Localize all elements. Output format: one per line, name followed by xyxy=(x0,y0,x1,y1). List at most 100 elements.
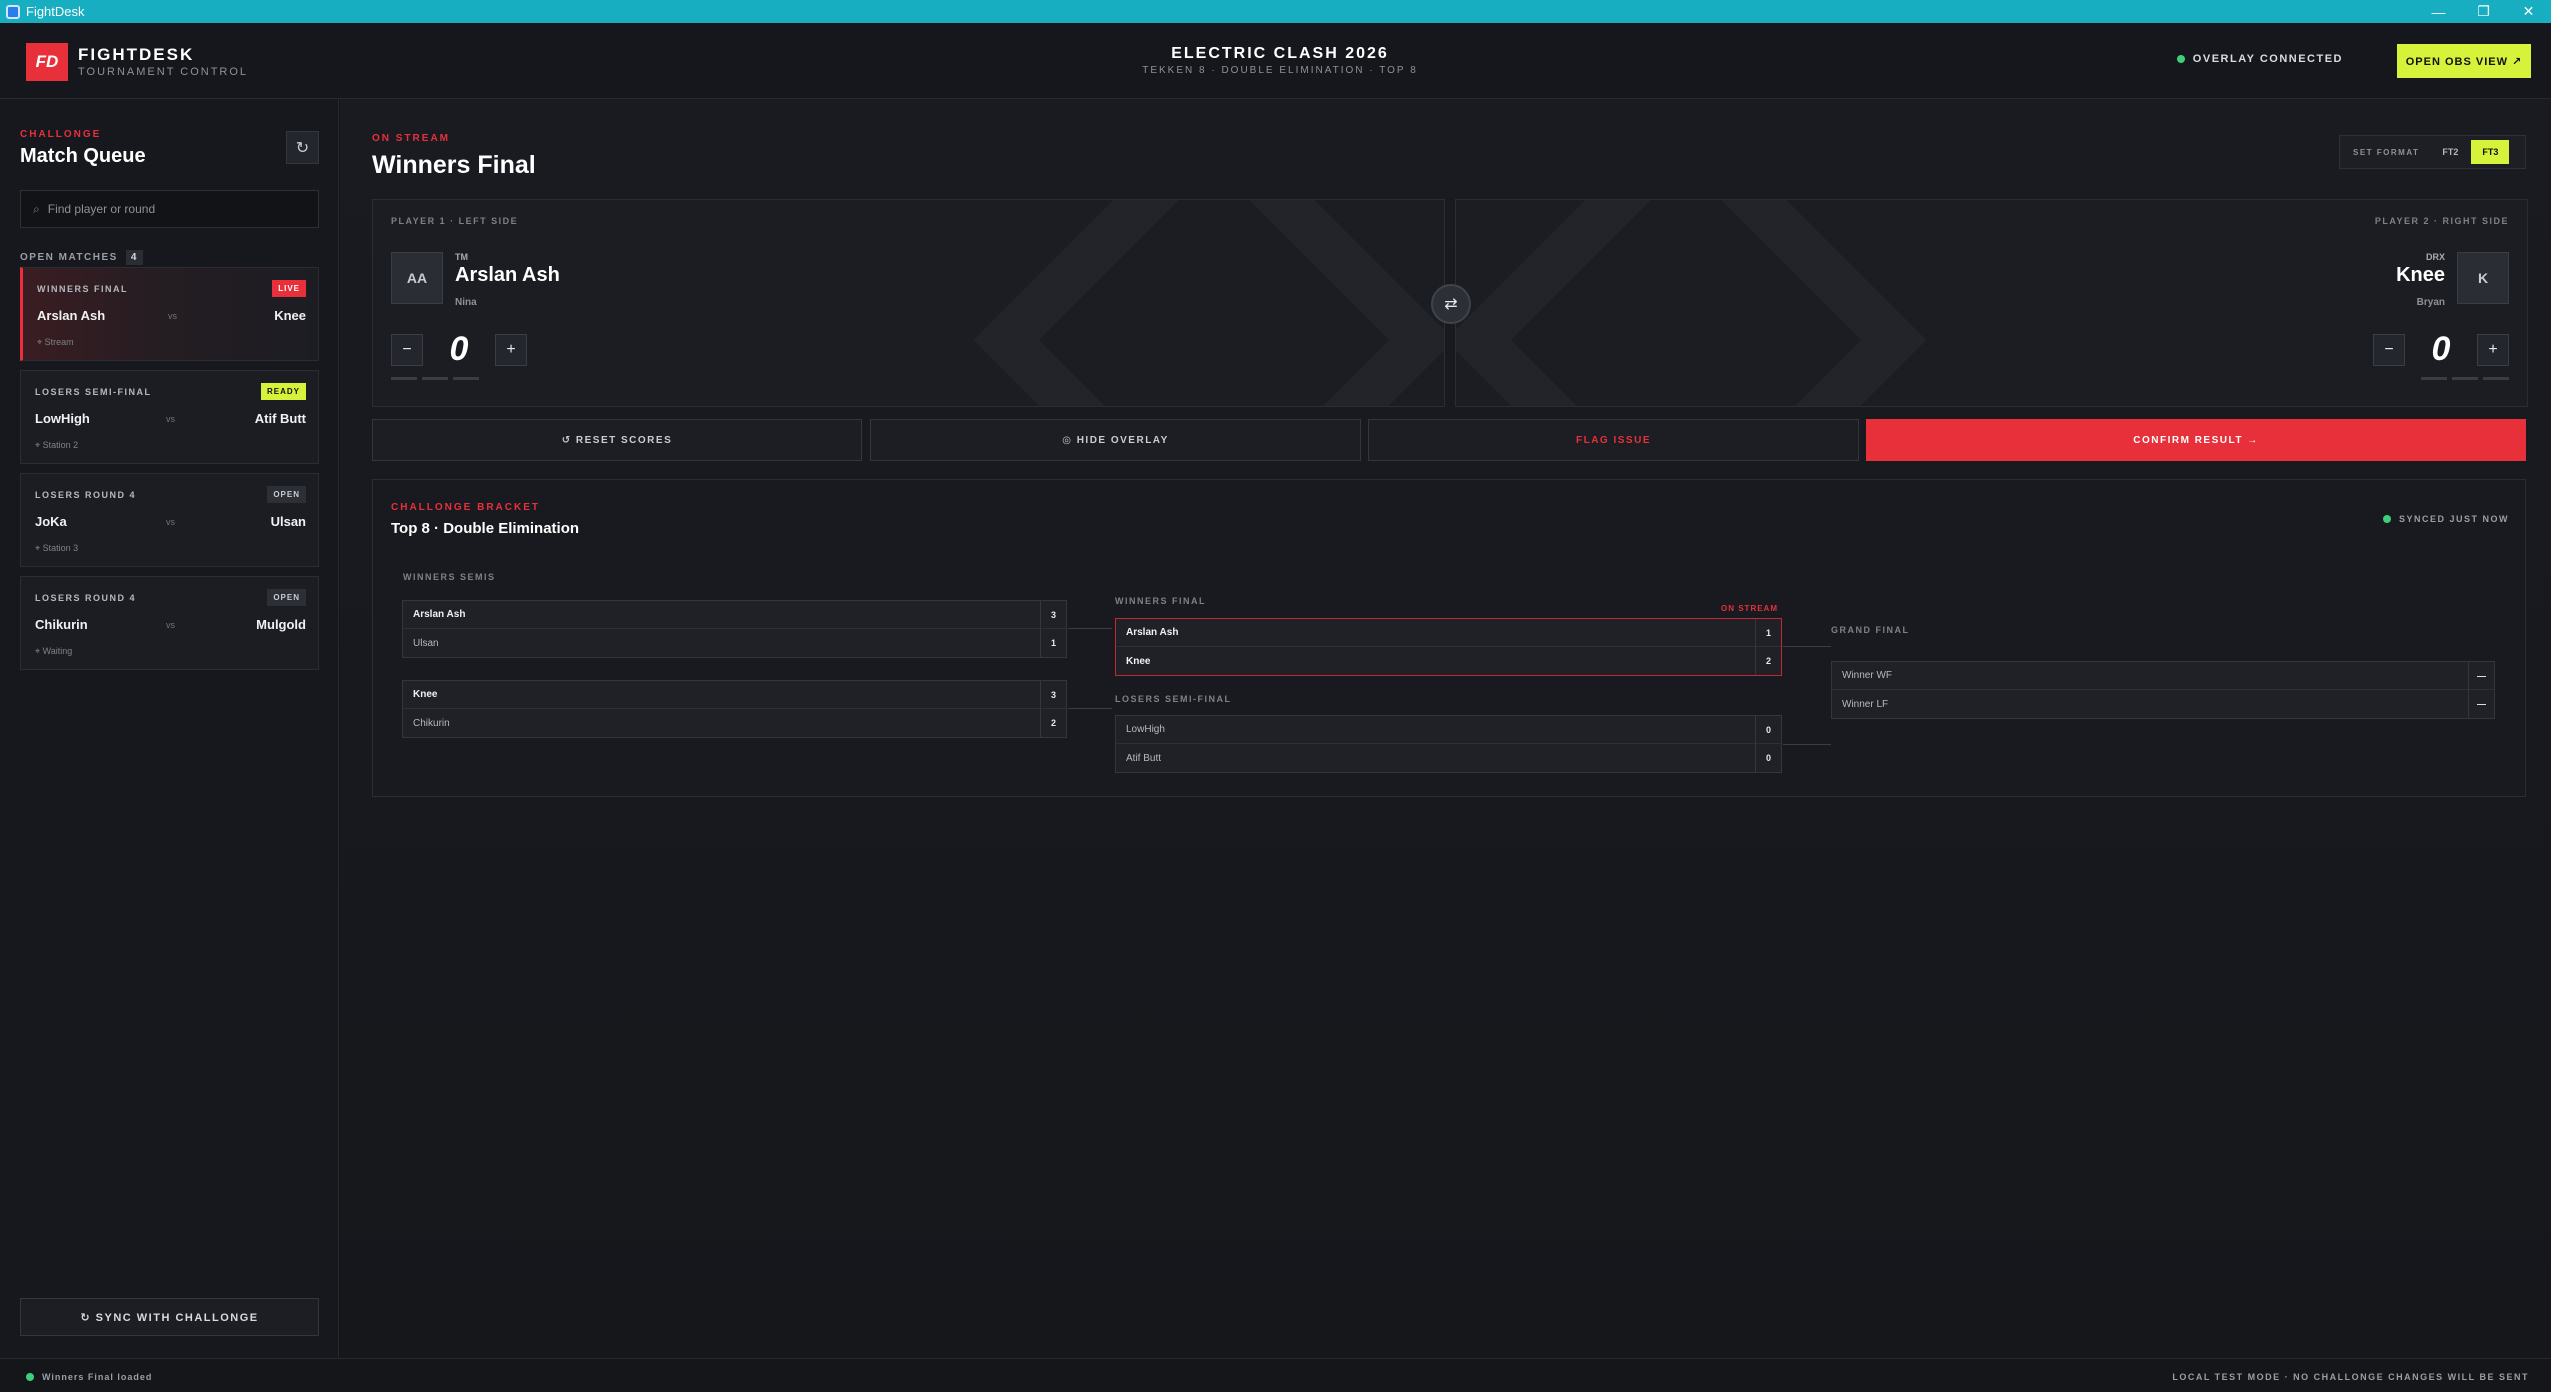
bracket-row: Arslan Ash 3 xyxy=(403,600,1066,629)
team-tag: TM xyxy=(455,252,468,262)
search-box: ⌕ xyxy=(20,190,319,228)
status-badge: OPEN xyxy=(267,486,306,503)
bracket-title: Top 8 · Double Elimination xyxy=(391,520,580,537)
status-dot-icon xyxy=(2176,55,2185,63)
winners-semis-label: WINNERS SEMIS xyxy=(403,572,496,582)
winners-final-label: WINNERS FINAL xyxy=(1115,596,1206,606)
on-stream-eyebrow: ON STREAM xyxy=(372,133,450,144)
bracket-row: Knee 2 xyxy=(1116,647,1781,675)
reset-scores-button[interactable]: ↺ RESET SCORES xyxy=(372,419,862,461)
open-matches-header: OPEN MATCHES 4 xyxy=(20,250,143,265)
sidebar-title: Match Queue xyxy=(20,145,146,167)
match-station: ⌖ Station 3 xyxy=(35,543,79,553)
increment-score-button[interactable]: + xyxy=(495,333,527,366)
player-1-panel: PLAYER 1 · LEFT SIDE AA TM Arslan Ash Ni… xyxy=(372,199,1445,407)
swap-sides-button[interactable]: ⇄ xyxy=(1431,284,1471,324)
match-card[interactable]: LOSERS ROUND 4 OPEN Chikurin vs Mulgold … xyxy=(20,576,319,670)
app-header: FD FIGHTDESK TOURNAMENT CONTROL ELECTRIC… xyxy=(0,23,2551,99)
logo-badge: FD xyxy=(26,43,68,81)
close-button[interactable]: ✕ xyxy=(2506,0,2551,23)
player-side-label: PLAYER 2 · RIGHT SIDE xyxy=(2374,216,2509,226)
bracket-score: 1 xyxy=(1040,629,1066,657)
overlay-status-label: OVERLAY CONNECTED xyxy=(2192,53,2343,65)
game-pip xyxy=(422,377,448,380)
status-dot-icon xyxy=(2382,515,2391,523)
open-obs-view-button[interactable]: OPEN OBS VIEW ↗ xyxy=(2397,44,2531,78)
bracket-score: 2 xyxy=(1040,709,1066,737)
bracket-match-winners-semi-1[interactable]: Arslan Ash 3 Ulsan 1 xyxy=(402,600,1067,658)
game-pip xyxy=(453,377,479,380)
score-stepper: − 0 + xyxy=(391,330,527,369)
search-input[interactable] xyxy=(47,202,298,216)
format-option-ft3[interactable]: FT3 xyxy=(2471,140,2510,164)
bracket-row: Atif Butt 0 xyxy=(1116,744,1781,772)
format-option-ft2[interactable]: FT2 xyxy=(2431,140,2469,164)
match-round: LOSERS ROUND 4 xyxy=(35,490,137,500)
decrement-score-button[interactable]: − xyxy=(2373,333,2405,366)
match-queue-sidebar: CHALLONGE Match Queue ↻ ⌕ OPEN MATCHES 4… xyxy=(0,99,339,1358)
grand-final-label: GRAND FINAL xyxy=(1831,625,1910,635)
refresh-button[interactable]: ↻ xyxy=(286,131,319,164)
bracket-match-winners-final[interactable]: Arslan Ash 1 Knee 2 xyxy=(1115,618,1782,676)
match-card[interactable]: WINNERS FINAL LIVE Arslan Ash vs Knee ⌖ … xyxy=(20,267,319,361)
game-pips xyxy=(2421,377,2509,380)
sync-status-label: SYNCED JUST NOW xyxy=(2398,514,2509,524)
open-matches-count: 4 xyxy=(125,250,143,265)
restore-button[interactable]: ❐ xyxy=(2461,0,2506,23)
player-character: Nina xyxy=(455,297,477,308)
flag-issue-button[interactable]: FLAG ISSUE xyxy=(1368,419,1859,461)
decrement-score-button[interactable]: − xyxy=(391,333,423,366)
bracket-match-winners-semi-2[interactable]: Knee 3 Chikurin 2 xyxy=(402,680,1067,738)
window-controls: — ❐ ✕ xyxy=(2416,0,2551,23)
footer-status: Winners Final loaded xyxy=(26,1372,152,1382)
hide-overlay-button[interactable]: ◎ HIDE OVERLAY xyxy=(870,419,1361,461)
window-title: FightDesk xyxy=(26,4,85,19)
avatar: K xyxy=(2457,252,2509,304)
open-matches-label: OPEN MATCHES xyxy=(20,252,118,263)
increment-score-button[interactable]: + xyxy=(2477,333,2509,366)
bracket-eyebrow: CHALLONGE BRACKET xyxy=(391,502,540,513)
confirm-result-button[interactable]: CONFIRM RESULT → xyxy=(1866,419,2526,461)
sidebar-eyebrow: CHALLONGE xyxy=(20,129,102,140)
game-pips xyxy=(391,377,484,380)
diamond-watermark xyxy=(974,200,1444,406)
bracket-match-losers-semi[interactable]: LowHigh 0 Atif Butt 0 xyxy=(1115,715,1782,773)
event-title: ELECTRIC CLASH 2026 xyxy=(1171,45,1389,62)
status-badge: OPEN xyxy=(267,589,306,606)
main-panel: ON STREAM Winners Final SET FORMAT FT2 F… xyxy=(340,99,2551,1358)
status-dot-icon xyxy=(26,1373,34,1381)
bracket-match-grand-final[interactable]: Winner WF — Winner LF — xyxy=(1831,661,2495,719)
match-station: ⌖ Station 2 xyxy=(35,440,79,450)
match-station: ⌖ Waiting xyxy=(35,646,73,656)
bracket-connector xyxy=(1068,628,1112,629)
player-2-panel: PLAYER 2 · RIGHT SIDE K DRX Knee Bryan −… xyxy=(1455,199,2528,407)
game-pip xyxy=(391,377,417,380)
game-pip xyxy=(2421,377,2447,380)
bracket-score: — xyxy=(2468,690,2494,718)
bracket-score: 2 xyxy=(1755,647,1781,675)
event-subtitle: TEKKEN 8 · DOUBLE ELIMINATION · TOP 8 xyxy=(1142,65,1418,76)
bracket-player: Arslan Ash xyxy=(1126,627,1179,638)
brand-subtitle: TOURNAMENT CONTROL xyxy=(78,66,249,78)
match-player-2: Atif Butt xyxy=(254,411,306,426)
match-card[interactable]: LOSERS ROUND 4 OPEN JoKa vs Ulsan ⌖ Stat… xyxy=(20,473,319,567)
match-round: LOSERS SEMI-FINAL xyxy=(35,387,152,397)
bracket-player: Knee xyxy=(1126,655,1151,667)
bracket-row: Winner LF — xyxy=(1832,690,2494,718)
bracket-connector xyxy=(1783,646,1831,647)
player-name: Arslan Ash xyxy=(455,264,560,286)
match-player-2: Mulgold xyxy=(256,617,306,632)
bracket-score: 3 xyxy=(1040,600,1066,629)
match-card[interactable]: LOSERS SEMI-FINAL READY LowHigh vs Atif … xyxy=(20,370,319,464)
minimize-button[interactable]: — xyxy=(2416,0,2461,23)
sync-with-challonge-button[interactable]: ↻ SYNC WITH CHALLONGE xyxy=(20,1298,319,1336)
player-name: Knee xyxy=(2396,264,2445,286)
match-player-2: Ulsan xyxy=(270,514,306,529)
set-format-label: SET FORMAT xyxy=(2353,147,2420,157)
bracket-score: 3 xyxy=(1040,680,1066,709)
bracket-row: Winner WF — xyxy=(1832,661,2494,690)
bracket-row: LowHigh 0 xyxy=(1116,715,1781,744)
score-stepper: − 0 + xyxy=(2373,330,2509,369)
diamond-watermark xyxy=(1456,200,1926,406)
on-stream-tag: ON STREAM xyxy=(1721,604,1778,613)
